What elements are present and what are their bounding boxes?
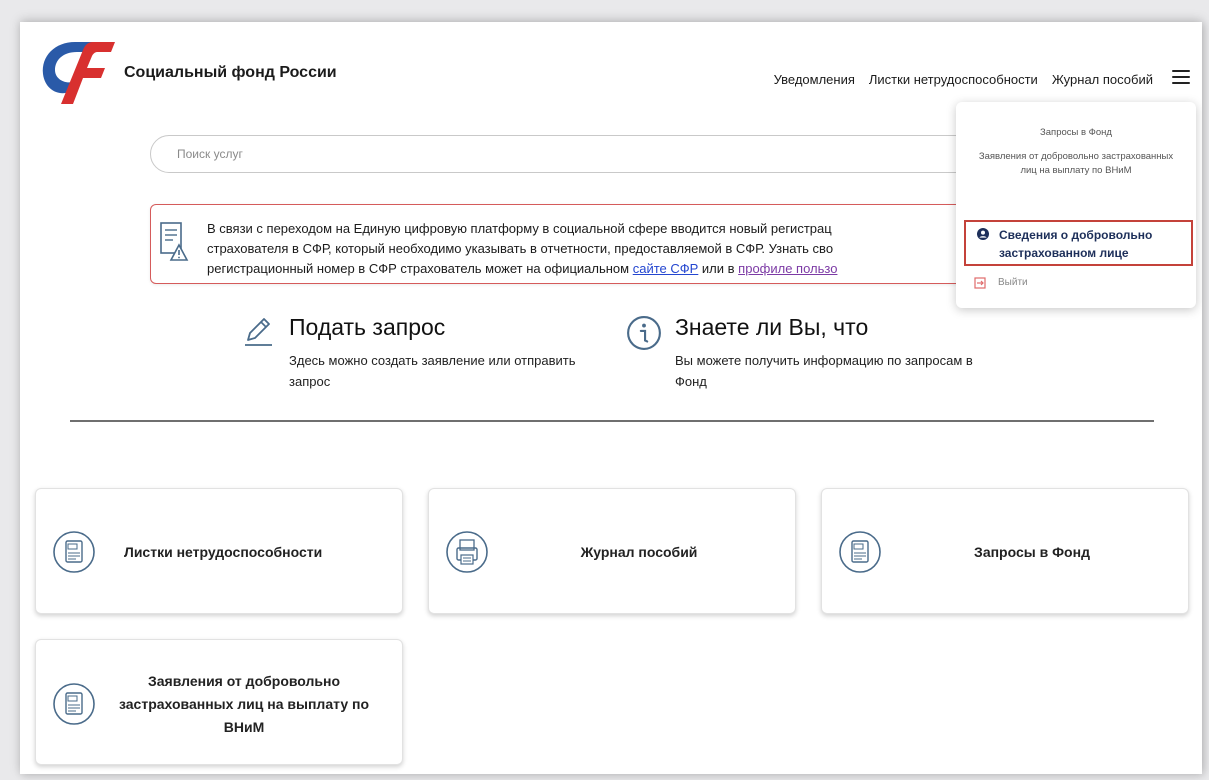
pencil-icon: [245, 318, 272, 346]
submit-request-desc: Здесь можно создать заявление или отправ…: [289, 353, 576, 389]
menu-icon[interactable]: [1172, 70, 1190, 84]
sfr-site-link[interactable]: сайте СФР: [633, 261, 699, 276]
search-input[interactable]: Поиск услуг: [150, 135, 1030, 173]
card-sick-leaves-title: Листки нетрудоспособности: [124, 544, 323, 560]
logout-icon: [974, 277, 986, 289]
menu-item-voluntary-applications[interactable]: Заявления от добровольно застрахованных …: [956, 150, 1196, 178]
brand-name: Социальный фонд России: [124, 64, 337, 81]
nav-benefits-journal[interactable]: Журнал пособий: [1052, 72, 1153, 87]
menu-item-insured-person-info[interactable]: Сведения о добровольно застрахованном ли…: [964, 220, 1193, 266]
document-icon: [53, 683, 95, 725]
card-sick-leaves[interactable]: Листки нетрудоспособности: [35, 488, 403, 614]
divider: [70, 420, 1154, 422]
card-voluntary-applications-title: Заявления от добровольно застрахованных …: [119, 673, 369, 735]
insured-person-info-label: Сведения о добровольно застрахованном ли…: [999, 228, 1153, 260]
menu-item-fund-requests[interactable]: Запросы в Фонд: [956, 126, 1196, 140]
document-icon: [839, 531, 881, 573]
nav-sick-leaves[interactable]: Листки нетрудоспособности: [869, 72, 1038, 87]
page: Социальный фонд России Уведомления Листк…: [20, 22, 1202, 774]
nav-notifications[interactable]: Уведомления: [774, 72, 855, 87]
user-menu-dropdown: Запросы в Фонд Заявления от добровольно …: [956, 102, 1196, 308]
user-icon: [977, 228, 989, 240]
card-fund-requests-title: Запросы в Фонд: [974, 544, 1090, 560]
notice-banner: В связи с переходом на Единую цифровую п…: [150, 204, 1030, 284]
card-benefits-journal[interactable]: Журнал пособий: [428, 488, 796, 614]
did-you-know-title: Знаете ли Вы, что: [675, 314, 869, 340]
top-nav: Уведомления Листки нетрудоспособности Жу…: [774, 72, 1153, 87]
search-placeholder: Поиск услуг: [177, 147, 243, 161]
user-profile-link[interactable]: профиле пользо: [738, 261, 837, 276]
did-you-know-desc: Вы можете получить информацию по запроса…: [675, 353, 973, 389]
card-fund-requests[interactable]: Запросы в Фонд: [821, 488, 1189, 614]
notice-text: В связи с переходом на Единую цифровую п…: [207, 221, 838, 276]
document-warning-icon: [160, 222, 189, 261]
card-voluntary-applications[interactable]: Заявления от добровольно застрахованных …: [35, 639, 403, 765]
sfr-logo[interactable]: [35, 38, 117, 108]
card-benefits-journal-title: Журнал пособий: [580, 544, 698, 560]
document-icon: [53, 531, 95, 573]
submit-request-title: Подать запрос: [289, 314, 446, 340]
logout-label: Выйти: [998, 277, 1028, 288]
printer-icon: [446, 531, 488, 573]
info-icon: [627, 316, 661, 350]
